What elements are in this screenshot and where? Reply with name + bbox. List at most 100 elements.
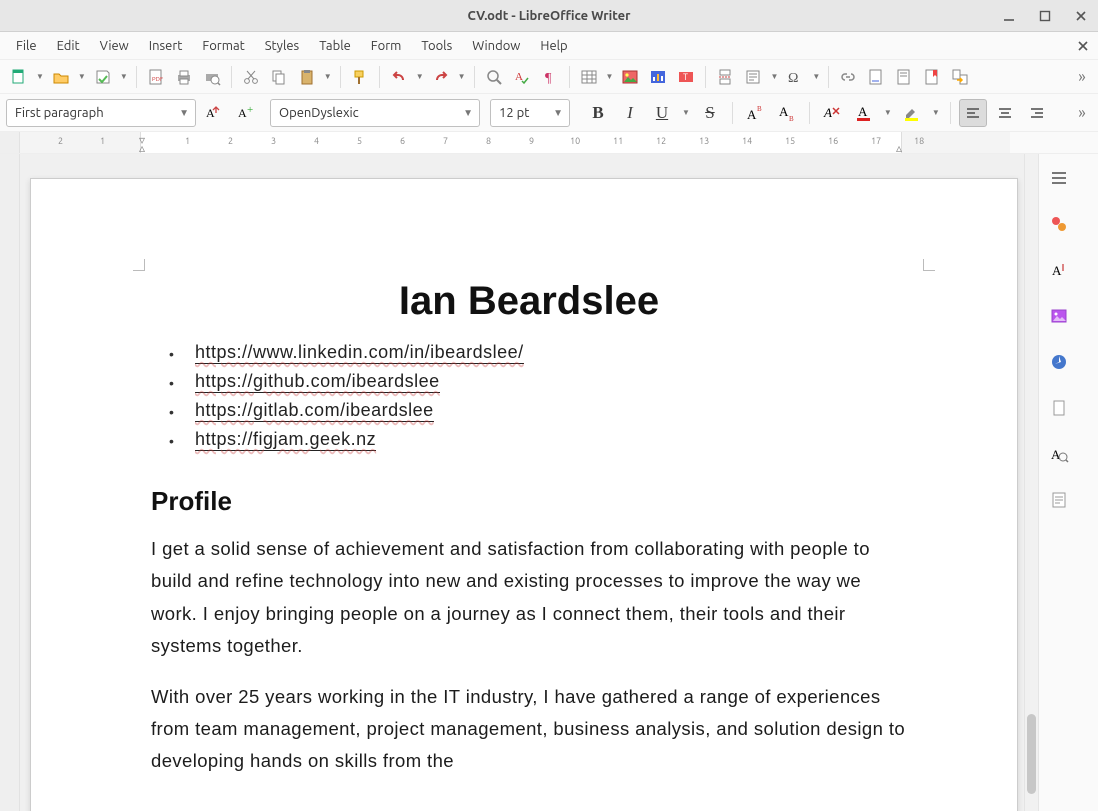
paragraph-style-combo[interactable]: First paragraph ▼ [6,99,196,127]
undo-dropdown[interactable]: ▼ [414,72,426,81]
print-preview-icon[interactable] [199,64,225,90]
toolbar-overflow-button[interactable]: » [1072,68,1092,86]
align-left-button[interactable] [959,99,987,127]
formatting-marks-icon[interactable]: ¶ [537,64,563,90]
list-item[interactable]: https://figjam.geek.nz [195,429,907,450]
align-right-button[interactable] [1023,99,1051,127]
clone-formatting-icon[interactable] [347,64,373,90]
window-maximize-button[interactable] [1034,5,1056,27]
indent-marker-left[interactable]: ▵ [139,141,145,153]
menu-tools[interactable]: Tools [411,35,462,57]
menu-format[interactable]: Format [192,35,254,57]
redo-icon[interactable] [428,64,454,90]
font-size-combo[interactable]: 12 pt ▼ [490,99,570,127]
open-icon[interactable] [48,64,74,90]
indent-marker-right[interactable]: ▵ [896,141,902,153]
insert-footnote-icon[interactable] [863,64,889,90]
menu-table[interactable]: Table [309,35,361,57]
chevron-down-icon[interactable]: ▼ [547,107,563,119]
menu-edit[interactable]: Edit [47,35,90,57]
insert-bookmark-icon[interactable] [919,64,945,90]
cut-icon[interactable] [238,64,264,90]
new-doc-icon[interactable] [6,64,32,90]
insert-cross-ref-icon[interactable] [947,64,973,90]
italic-button[interactable]: I [616,99,644,127]
sidebar-style-inspector-icon[interactable]: A [1045,440,1073,468]
strikethrough-button[interactable]: S [696,99,724,127]
insert-hyperlink-icon[interactable] [835,64,861,90]
menu-help[interactable]: Help [530,35,577,57]
align-center-button[interactable] [991,99,1019,127]
font-color-button[interactable]: A [850,99,878,127]
subscript-button[interactable]: AB [773,99,801,127]
bold-button[interactable]: B [584,99,612,127]
insert-endnote-icon[interactable] [891,64,917,90]
insert-page-break-icon[interactable] [712,64,738,90]
sidebar-styles-a-icon[interactable]: A [1045,256,1073,284]
undo-icon[interactable] [386,64,412,90]
list-item[interactable]: https://gitlab.com/ibeardslee [195,400,907,421]
chevron-down-icon[interactable]: ▼ [173,107,189,119]
formatbar-overflow-button[interactable]: » [1072,104,1092,122]
menu-form[interactable]: Form [361,35,412,57]
underline-button[interactable]: U [648,99,676,127]
vertical-scrollbar[interactable] [1024,154,1038,811]
highlight-dropdown[interactable]: ▼ [930,108,942,117]
sidebar-manage-changes-icon[interactable] [1045,486,1073,514]
horizontal-ruler[interactable]: ▿ ▵ ▵ 2 1 1 2 3 4 5 6 7 8 9 10 11 12 13 … [20,132,1010,153]
sidebar-page-icon[interactable] [1045,394,1073,422]
list-item[interactable]: https://github.com/ibeardslee [195,371,907,392]
body-paragraph[interactable]: I get a solid sense of achievement and s… [151,533,907,663]
menu-styles[interactable]: Styles [255,35,309,57]
chevron-down-icon[interactable]: ▼ [457,107,473,119]
spellcheck-icon[interactable]: A [509,64,535,90]
highlight-button[interactable] [898,99,926,127]
clear-formatting-icon[interactable]: A [818,99,846,127]
insert-chart-icon[interactable] [645,64,671,90]
sidebar-slide-transition-icon[interactable] [1045,210,1073,238]
document-viewport[interactable]: Ian Beardslee https://www.linkedin.com/i… [20,154,1024,811]
font-name-combo[interactable]: OpenDyslexic ▼ [270,99,480,127]
close-document-button[interactable] [1076,39,1090,53]
document-title[interactable]: Ian Beardslee [151,279,907,324]
paste-dropdown[interactable]: ▼ [322,72,334,81]
menu-insert[interactable]: Insert [139,35,193,57]
insert-textbox-icon[interactable]: T [673,64,699,90]
save-icon[interactable] [90,64,116,90]
menu-window[interactable]: Window [462,35,530,57]
insert-image-icon[interactable] [617,64,643,90]
sidebar-properties-icon[interactable] [1045,164,1073,192]
print-icon[interactable] [171,64,197,90]
underline-dropdown[interactable]: ▼ [680,108,692,117]
document-page[interactable]: Ian Beardslee https://www.linkedin.com/i… [30,178,1018,811]
section-heading-profile[interactable]: Profile [151,486,232,517]
window-minimize-button[interactable] [998,5,1020,27]
insert-field-dropdown[interactable]: ▼ [768,72,780,81]
paste-icon[interactable] [294,64,320,90]
insert-table-icon[interactable] [576,64,602,90]
new-doc-dropdown[interactable]: ▼ [34,72,46,81]
sidebar-navigator-icon[interactable] [1045,348,1073,376]
new-style-icon[interactable]: A+ [232,99,260,127]
vertical-ruler[interactable] [0,154,20,811]
scrollbar-thumb[interactable] [1027,714,1036,794]
copy-icon[interactable] [266,64,292,90]
find-replace-icon[interactable] [481,64,507,90]
body-paragraph[interactable]: With over 25 years working in the IT ind… [151,681,907,778]
insert-special-char-icon[interactable]: Ω [782,64,808,90]
open-dropdown[interactable]: ▼ [76,72,88,81]
save-dropdown[interactable]: ▼ [118,72,130,81]
window-close-button[interactable] [1070,5,1092,27]
redo-dropdown[interactable]: ▼ [456,72,468,81]
list-item[interactable]: https://www.linkedin.com/in/ibeardslee/ [195,342,907,363]
insert-special-char-dropdown[interactable]: ▼ [810,72,822,81]
menu-file[interactable]: File [6,35,47,57]
sidebar-gallery-icon[interactable] [1045,302,1073,330]
insert-field-icon[interactable] [740,64,766,90]
menu-view[interactable]: View [90,35,139,57]
superscript-button[interactable]: AB [741,99,769,127]
update-style-icon[interactable]: A [200,99,228,127]
insert-table-dropdown[interactable]: ▼ [604,72,616,81]
font-color-dropdown[interactable]: ▼ [882,108,894,117]
export-pdf-icon[interactable]: PDF [143,64,169,90]
